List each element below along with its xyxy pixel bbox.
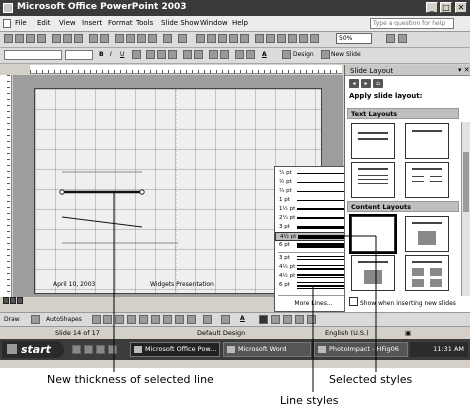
callout-new-thickness: New thickness of selected line (47, 373, 214, 386)
callout-lines (113, 192, 377, 392)
callout-selected-styles: Selected styles (329, 373, 413, 386)
callout-line-styles: Line styles (280, 394, 339, 407)
